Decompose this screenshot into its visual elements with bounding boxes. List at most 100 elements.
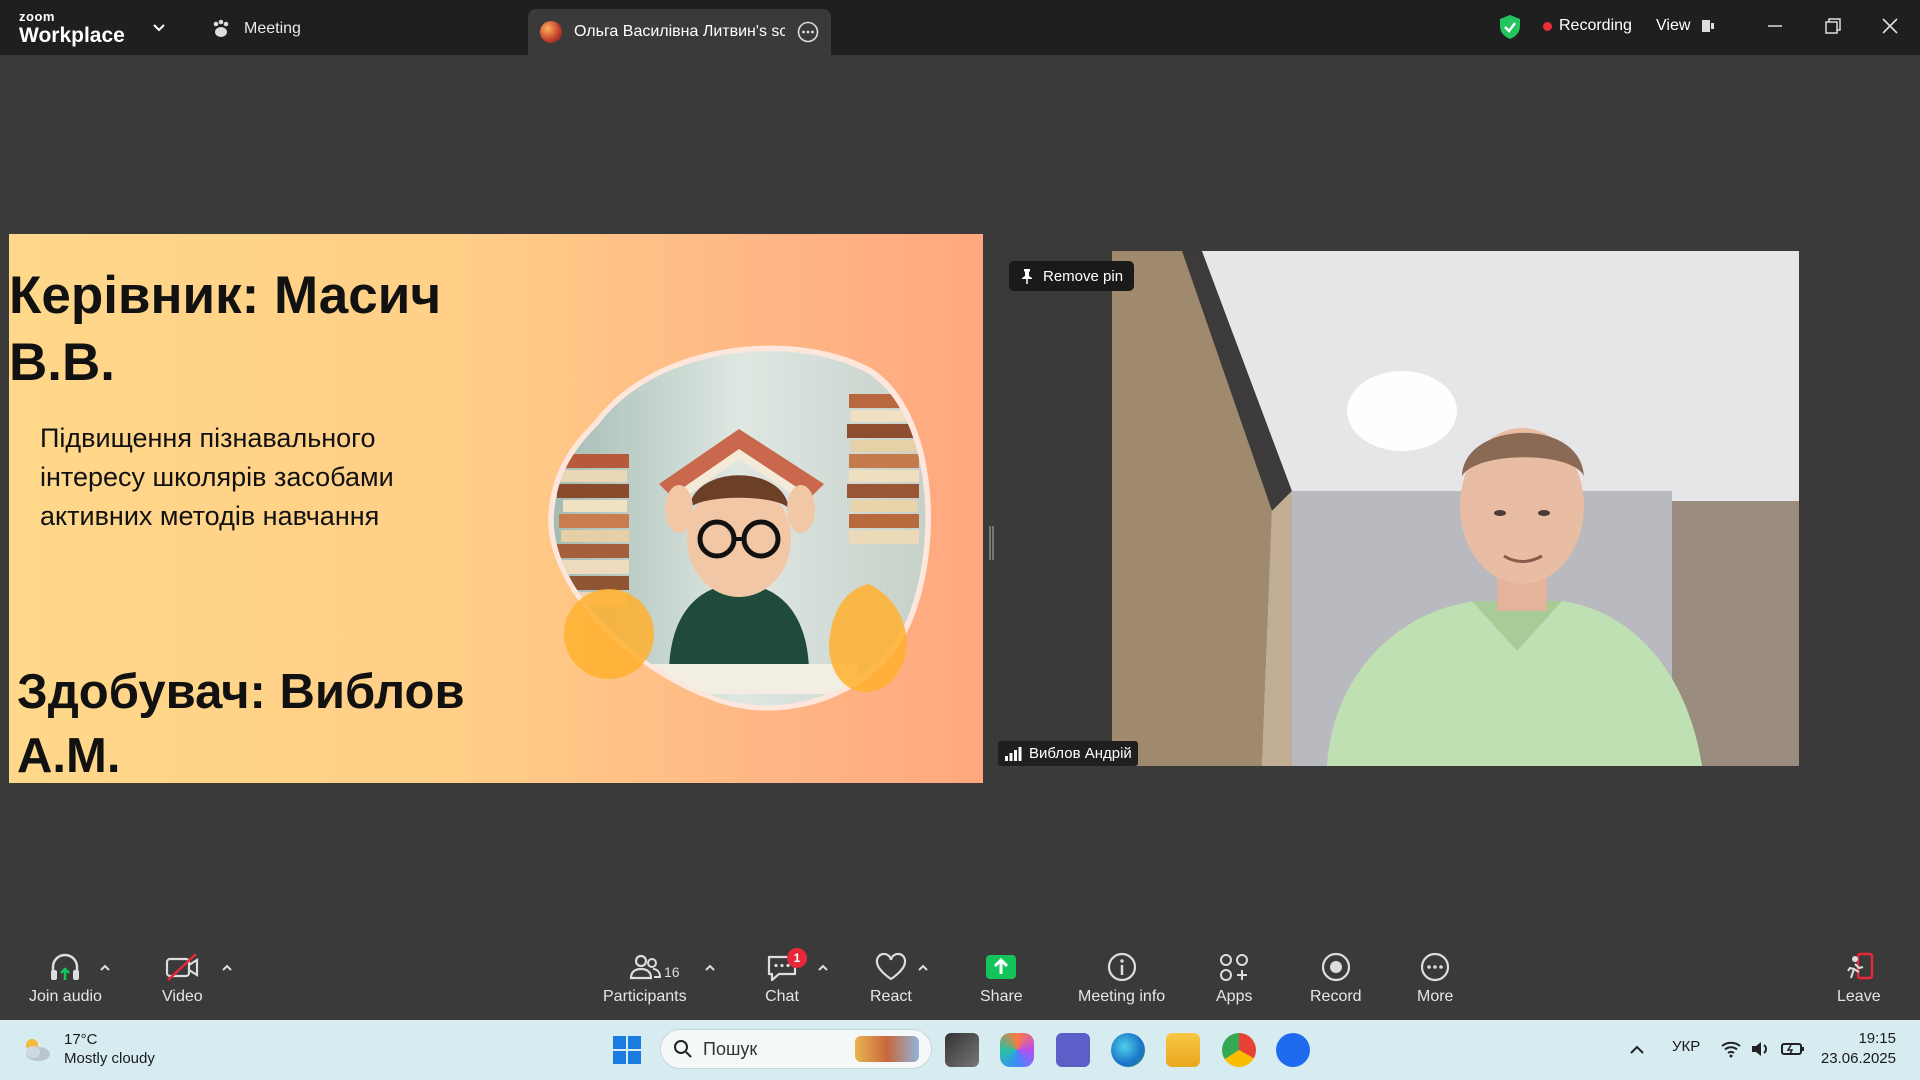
signal-strength-icon — [1005, 747, 1022, 761]
leave-label: Leave — [1837, 988, 1881, 1005]
share-screen-icon — [986, 955, 1017, 979]
title-bar: zoom Workplace Meeting Ольга Василівна Л… — [0, 0, 1920, 55]
file-explorer-icon[interactable] — [1166, 1033, 1200, 1067]
participant-video-feed — [1112, 251, 1799, 766]
battery-icon[interactable] — [1780, 1040, 1806, 1058]
share-button[interactable]: Share — [980, 952, 1023, 1006]
apps-button[interactable]: Apps — [1216, 952, 1252, 1006]
search-placeholder: Пошук — [703, 1038, 758, 1059]
chevron-down-icon[interactable] — [150, 18, 168, 36]
clock-date: 23.06.2025 — [1820, 1050, 1896, 1067]
edge-icon[interactable] — [1111, 1033, 1145, 1067]
more-label: More — [1417, 988, 1454, 1005]
record-button[interactable]: Record — [1310, 952, 1362, 1006]
weather-temperature: 17°C — [64, 1031, 98, 1048]
volume-icon[interactable] — [1750, 1040, 1772, 1058]
view-layout-icon — [1702, 20, 1715, 32]
meeting-info-label: Meeting info — [1078, 988, 1166, 1005]
zoom-app-icon[interactable] — [1276, 1033, 1310, 1067]
split-divider-handle[interactable] — [989, 526, 994, 560]
language-indicator[interactable]: УКР — [1672, 1038, 1700, 1055]
windows-taskbar: 17°C Mostly cloudy Пошук УКР 19:15 23.06… — [0, 1020, 1920, 1080]
react-label: React — [870, 988, 912, 1005]
tab-shared-screen[interactable]: Ольга Василівна Литвин's screen — [528, 9, 831, 55]
join-audio-label: Join audio — [29, 988, 102, 1005]
teams-icon[interactable] — [1056, 1033, 1090, 1067]
video-button[interactable]: Video — [162, 952, 203, 1006]
participants-label: Participants — [603, 988, 687, 1005]
participants-icon — [629, 954, 661, 980]
slide-topic: Підвищення пізнавального інтересу школяр… — [40, 423, 394, 531]
chat-icon-wrap: 1 — [765, 948, 807, 982]
more-icon — [1421, 952, 1450, 982]
record-icon — [1321, 952, 1350, 982]
meeting-info-button[interactable]: Meeting info — [1078, 952, 1165, 1006]
audio-options-chevron-up-icon[interactable] — [97, 960, 113, 976]
close-icon[interactable] — [1878, 14, 1902, 38]
avatar — [540, 21, 562, 43]
chrome-icon[interactable] — [1222, 1033, 1256, 1067]
record-label: Record — [1310, 988, 1362, 1005]
participant-name: Виблов Андрій — [1029, 745, 1132, 762]
weather-widget[interactable]: 17°C Mostly cloudy — [20, 1030, 155, 1068]
participants-options-chevron-up-icon[interactable] — [702, 960, 718, 976]
view-label: View — [1656, 17, 1691, 34]
recording-label: Recording — [1559, 17, 1632, 34]
windows-start-icon[interactable] — [612, 1035, 642, 1065]
join-audio-button[interactable]: Join audio — [29, 952, 102, 1006]
shared-screen-slide: Керівник: Масич В.В. Підвищення пізнавал… — [9, 234, 983, 783]
chat-options-chevron-up-icon[interactable] — [815, 960, 831, 976]
share-label: Share — [980, 988, 1023, 1005]
search-icon — [674, 1040, 692, 1058]
video-options-chevron-up-icon[interactable] — [219, 960, 235, 976]
slide-supervisor: Керівник: Масич В.В. — [9, 266, 442, 392]
system-clock[interactable]: 19:15 23.06.2025 — [1820, 1029, 1896, 1069]
more-button[interactable]: More — [1417, 952, 1453, 1006]
leave-door-icon — [1846, 952, 1873, 980]
cloudy-weather-icon — [26, 1039, 50, 1061]
chat-label: Chat — [765, 988, 799, 1005]
remove-pin-button[interactable]: Remove pin — [1009, 261, 1135, 291]
copilot-icon[interactable] — [1000, 1033, 1034, 1067]
apps-icon — [1220, 954, 1249, 981]
chat-button[interactable]: 1 Chat — [765, 948, 807, 1006]
zoom-workplace-logo[interactable]: zoom Workplace — [19, 10, 125, 46]
shield-icon[interactable] — [1498, 14, 1522, 40]
remove-pin-label: Remove pin — [1043, 267, 1124, 285]
apps-label: Apps — [1216, 988, 1253, 1005]
child-with-book-image — [548, 345, 931, 711]
brand-top: zoom — [19, 9, 55, 24]
recording-indicator[interactable]: Recording — [1543, 17, 1632, 35]
tray-chevron-up-icon[interactable] — [1628, 1042, 1646, 1058]
brand-bottom: Workplace — [19, 24, 125, 47]
pin-icon — [1022, 269, 1032, 284]
chat-unread-badge: 1 — [787, 948, 807, 968]
heart-icon — [875, 952, 906, 981]
participant-video-tile[interactable] — [1112, 251, 1799, 766]
tab-meeting-label: Meeting — [244, 20, 301, 37]
record-dot-icon — [1543, 21, 1552, 31]
react-options-chevron-up-icon[interactable] — [915, 960, 931, 976]
wifi-icon[interactable] — [1720, 1040, 1742, 1058]
taskbar-search[interactable]: Пошук — [660, 1029, 932, 1069]
decor-circle — [564, 589, 654, 679]
headphones-icon — [51, 953, 80, 980]
leave-button[interactable]: Leave — [1837, 952, 1881, 1006]
clock-time: 19:15 — [1858, 1030, 1896, 1047]
react-button[interactable]: React — [870, 952, 912, 1006]
info-icon — [1107, 952, 1136, 982]
restore-icon[interactable] — [1821, 14, 1845, 38]
meeting-toolbar: Join audio Video Participants 16 1 Chat … — [0, 944, 1920, 1020]
more-options-icon[interactable] — [797, 21, 819, 43]
paw-icon — [213, 19, 229, 37]
video-label: Video — [162, 988, 203, 1005]
search-highlight-image — [855, 1036, 919, 1062]
video-off-icon — [166, 953, 199, 981]
tab-meeting[interactable]: Meeting — [210, 14, 301, 44]
view-button[interactable]: View — [1656, 17, 1716, 35]
minimize-icon[interactable] — [1763, 14, 1787, 38]
task-view-icon[interactable] — [945, 1033, 979, 1067]
slide-applicant: Здобувач: Виблов А.М. — [17, 665, 465, 783]
tab-shared-screen-label: Ольга Василівна Литвин's screen — [574, 23, 785, 40]
participant-name-tag: Виблов Андрій — [998, 741, 1138, 766]
